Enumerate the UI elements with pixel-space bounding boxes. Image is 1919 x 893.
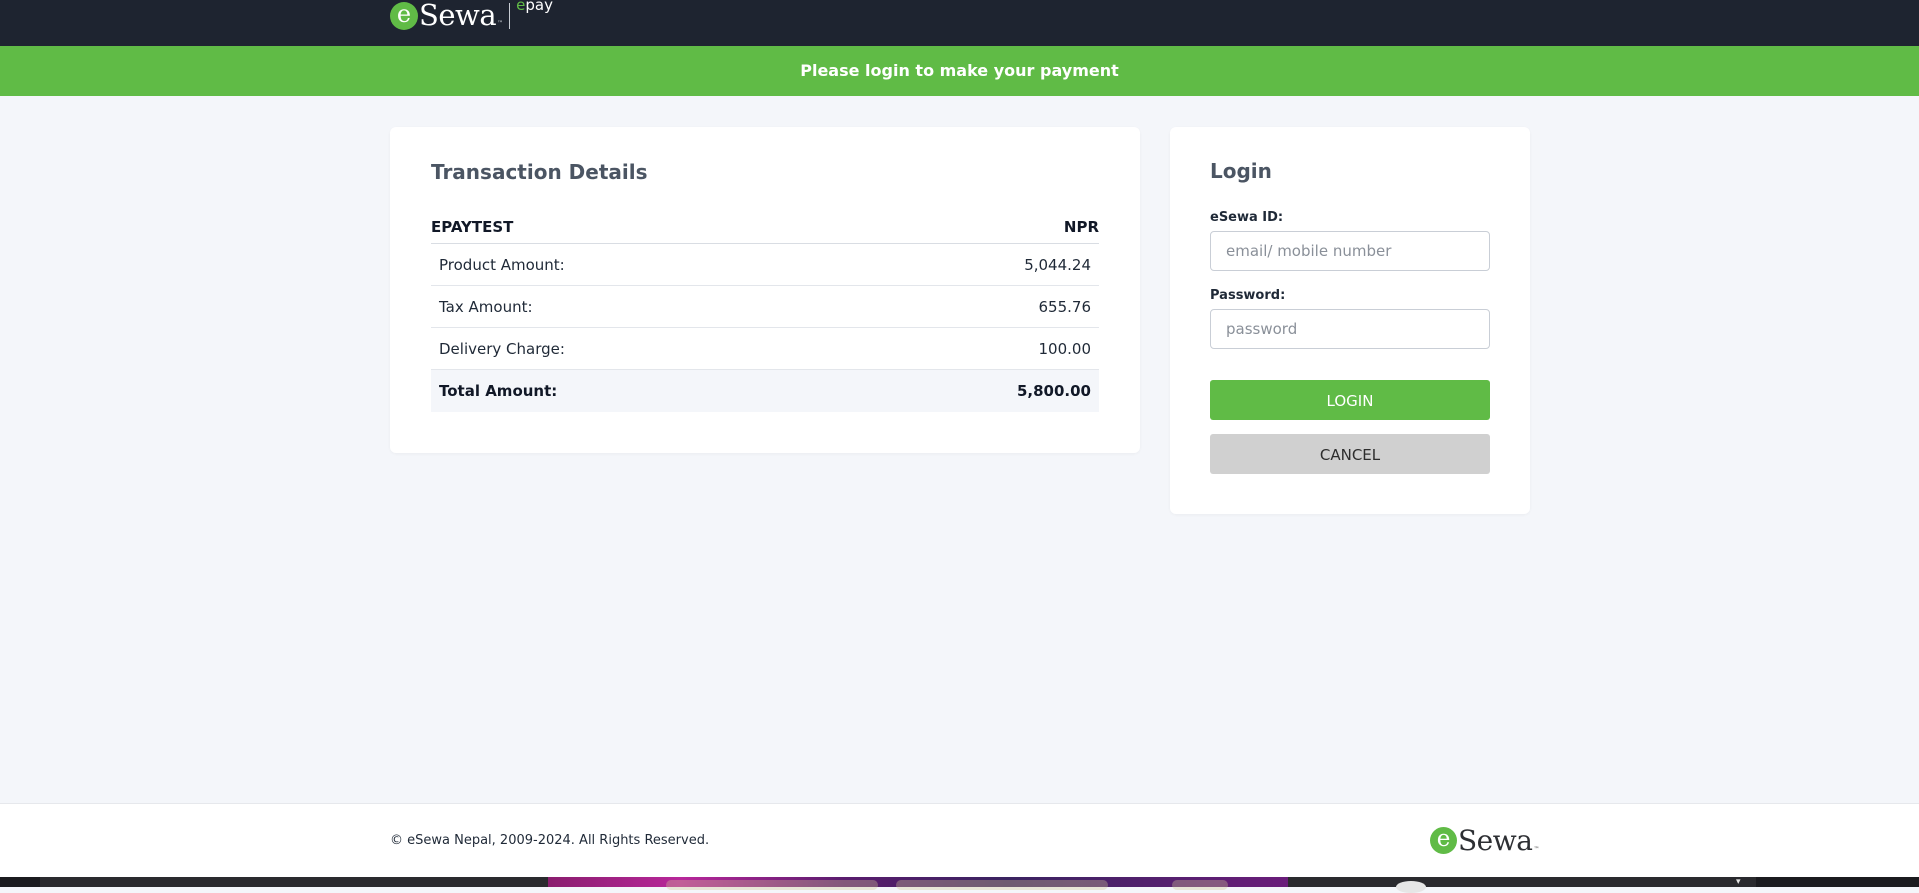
- row-value: 100.00: [1038, 339, 1092, 358]
- footer: © eSewa Nepal, 2009-2024. All Rights Res…: [0, 803, 1919, 877]
- total-value: 5,800.00: [1016, 382, 1091, 400]
- transaction-table: EPAYTEST NPR Product Amount: 5,044.24 Ta…: [431, 211, 1099, 412]
- taskbar-wallpaper-strip: [548, 877, 1288, 890]
- esewa-id-input[interactable]: [1210, 231, 1490, 271]
- epay-e: e: [516, 0, 526, 14]
- transaction-details-title: Transaction Details: [431, 160, 648, 184]
- taskbar-app-button[interactable]: [666, 880, 878, 890]
- copyright-text: © eSewa Nepal, 2009-2024. All Rights Res…: [390, 833, 710, 848]
- row-label: Product Amount:: [439, 255, 565, 274]
- total-label: Total Amount:: [439, 382, 558, 400]
- table-row: Tax Amount: 655.76: [431, 286, 1099, 328]
- logo-trademark: ™: [497, 20, 504, 27]
- logo-wordmark: Sewa: [419, 0, 497, 32]
- currency-label: NPR: [1063, 218, 1099, 236]
- taskbar-app-button[interactable]: [896, 880, 1108, 890]
- footer-logo-wordmark: Sewa: [1458, 824, 1533, 857]
- password-input[interactable]: [1210, 309, 1490, 349]
- row-label: Tax Amount:: [439, 297, 533, 316]
- taskbar-app-button[interactable]: [1172, 880, 1228, 890]
- login-prompt-banner: Please login to make your payment: [0, 46, 1919, 96]
- os-taskbar: ▾: [0, 877, 1919, 893]
- chevron-down-icon[interactable]: ▾: [1736, 877, 1741, 887]
- esewa-logo-icon: e: [1430, 827, 1457, 854]
- table-row: Product Amount: 5,044.24: [431, 244, 1099, 286]
- epay-label: epay: [516, 0, 553, 14]
- epay-pay: pay: [525, 0, 553, 14]
- esewa-epay-logo[interactable]: e Sewa ™ epay: [390, 0, 553, 40]
- footer-logo-trademark: ™: [1533, 846, 1540, 853]
- table-row: Delivery Charge: 100.00: [431, 328, 1099, 370]
- cancel-button[interactable]: CANCEL: [1210, 434, 1490, 474]
- total-row: Total Amount: 5,800.00: [431, 370, 1099, 412]
- row-value: 655.76: [1038, 297, 1092, 316]
- password-label: Password:: [1210, 288, 1286, 303]
- top-navbar: e Sewa ™ epay: [0, 0, 1919, 46]
- esewa-logo-icon: e: [390, 2, 418, 30]
- row-label: Delivery Charge:: [439, 339, 565, 358]
- taskbar-status-icon[interactable]: [1396, 881, 1426, 893]
- merchant-name: EPAYTEST: [431, 218, 514, 236]
- esewa-id-label: eSewa ID:: [1210, 210, 1284, 225]
- logo-divider: [509, 3, 511, 29]
- transaction-details-card: Transaction Details EPAYTEST NPR Product…: [390, 127, 1140, 453]
- row-value: 5,044.24: [1024, 255, 1091, 274]
- login-card: Login eSewa ID: Password: LOGIN CANCEL: [1170, 127, 1530, 514]
- login-button[interactable]: LOGIN: [1210, 380, 1490, 420]
- footer-esewa-logo[interactable]: e Sewa ™: [1430, 826, 1539, 855]
- transaction-table-header: EPAYTEST NPR: [431, 211, 1099, 244]
- login-title: Login: [1210, 159, 1272, 183]
